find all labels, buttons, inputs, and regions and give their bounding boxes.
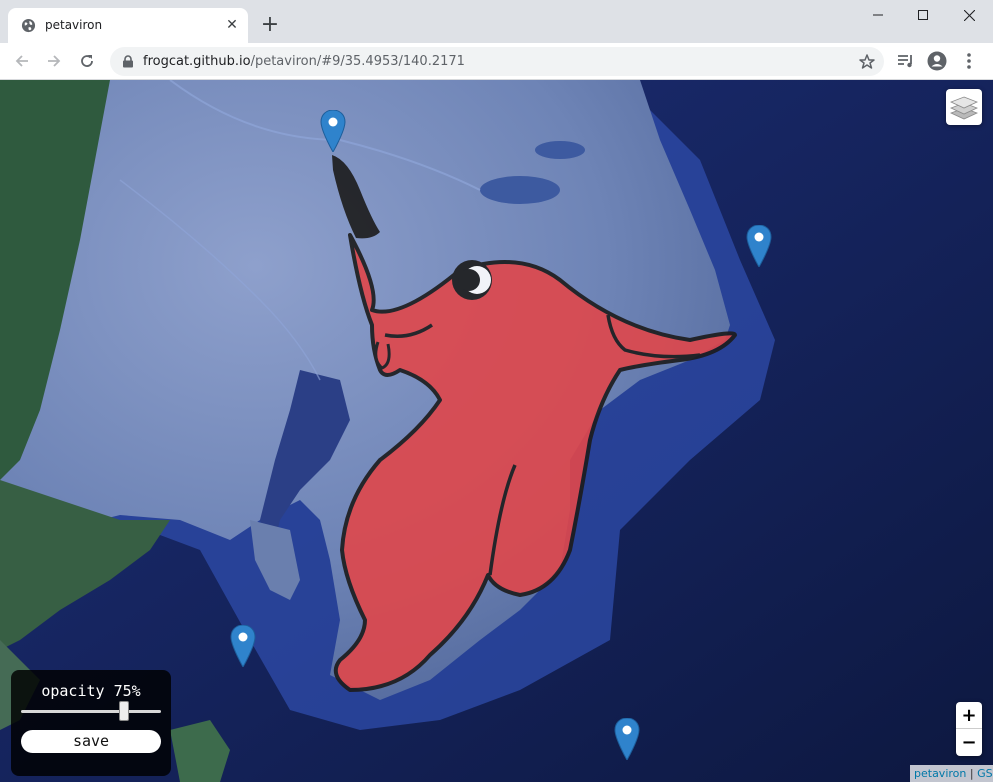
globe-icon	[21, 18, 36, 33]
save-button[interactable]: save	[21, 730, 161, 753]
url-path: /petaviron/#9/35.4953/140.2171	[250, 54, 465, 69]
address-bar[interactable]: frogcat.github.io/petaviron/#9/35.4953/1…	[110, 47, 884, 76]
opacity-panel: opacity 75% save	[11, 670, 171, 776]
zoom-in-button[interactable]: +	[956, 702, 982, 729]
profile-button[interactable]	[926, 50, 948, 72]
more-vertical-icon	[967, 53, 971, 69]
layers-button[interactable]	[946, 89, 982, 125]
opacity-slider-thumb[interactable]	[118, 701, 129, 721]
attribution-separator: |	[966, 767, 978, 780]
browser-tab[interactable]: petaviron ✕	[8, 8, 248, 43]
media-queue-icon	[898, 55, 912, 68]
minimize-button[interactable]	[855, 0, 901, 30]
window-close-button[interactable]	[946, 0, 992, 30]
reload-button[interactable]	[74, 48, 100, 74]
attribution-link-petaviron[interactable]: petaviron	[914, 767, 966, 780]
media-control-button[interactable]	[895, 50, 917, 72]
close-tab-icon[interactable]: ✕	[222, 15, 242, 35]
map-attribution: petaviron | GSI	[910, 765, 993, 782]
map-marker[interactable]	[320, 110, 346, 152]
url-text: frogcat.github.io/petaviron/#9/35.4953/1…	[143, 54, 465, 69]
new-tab-button[interactable]: +	[258, 12, 282, 37]
back-button[interactable]	[9, 48, 35, 74]
bookmark-star-icon[interactable]	[857, 52, 877, 72]
map-marker[interactable]	[614, 718, 640, 760]
reload-icon	[81, 55, 93, 67]
maximize-icon	[918, 10, 928, 20]
attribution-link-gsi[interactable]: GSI	[977, 767, 993, 780]
map-marker[interactable]	[746, 225, 772, 267]
browser-toolbar: frogcat.github.io/petaviron/#9/35.4953/1…	[0, 43, 993, 80]
maximize-button[interactable]	[900, 0, 946, 30]
account-icon	[927, 51, 947, 71]
arrow-left-icon	[15, 55, 28, 67]
browser-menu-button[interactable]	[958, 50, 980, 72]
lock-icon	[123, 55, 133, 68]
zoom-control: + −	[956, 702, 982, 756]
opacity-label: opacity 75%	[41, 682, 141, 700]
close-icon	[963, 9, 975, 21]
map-view[interactable]: + − petaviron | GSI opacity 75% save	[0, 80, 993, 782]
url-host: frogcat.github.io	[143, 54, 251, 69]
map-marker[interactable]	[230, 625, 256, 667]
forward-button[interactable]	[41, 48, 67, 74]
browser-window: petaviron ✕ + frogcat.github.io/petaviro…	[0, 0, 993, 782]
layers-icon	[950, 96, 978, 120]
zoom-out-button[interactable]: −	[956, 729, 982, 755]
title-bar: petaviron ✕ +	[0, 0, 993, 43]
minimize-icon	[873, 14, 883, 16]
opacity-slider[interactable]	[21, 701, 161, 721]
arrow-right-icon	[48, 55, 61, 67]
tab-title: petaviron	[45, 18, 103, 32]
